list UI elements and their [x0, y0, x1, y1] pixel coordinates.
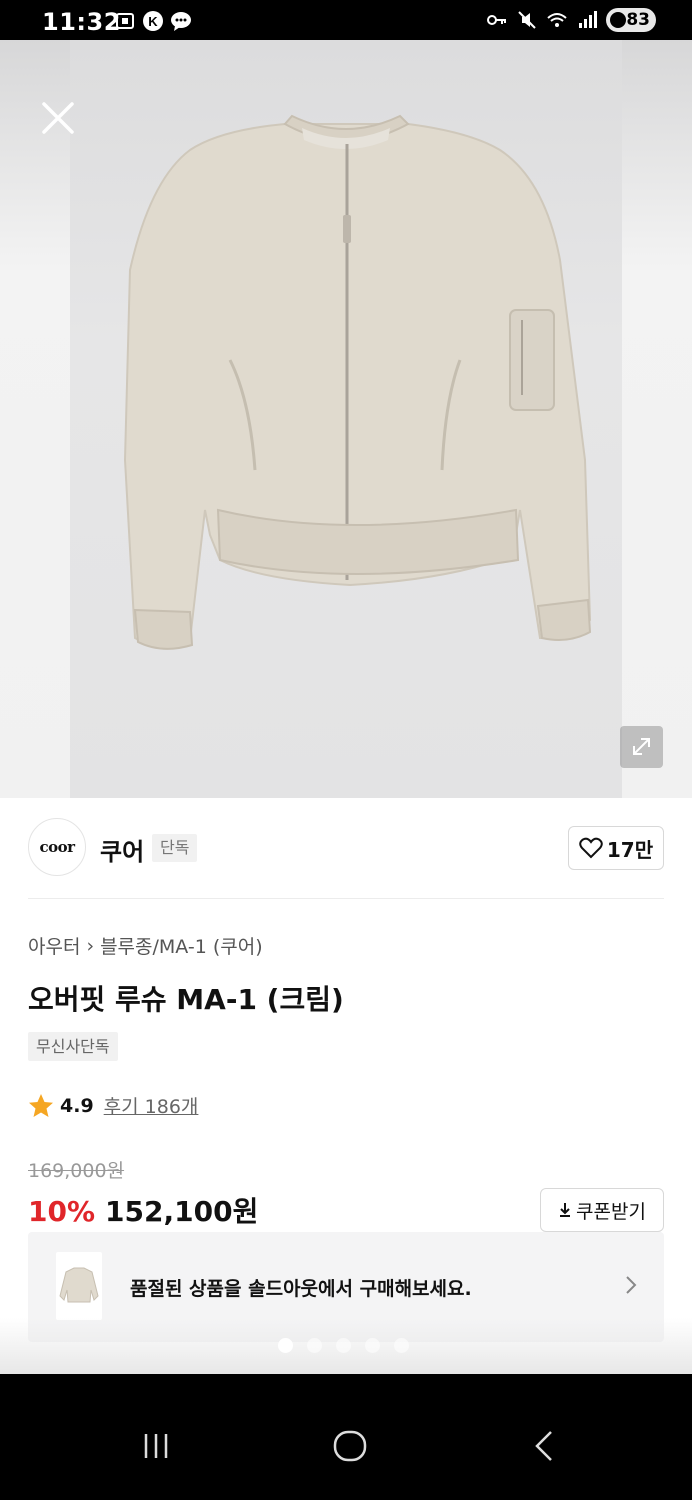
carousel-dots [278, 1338, 409, 1353]
rating: 4.9 후기 186개 [28, 1092, 198, 1119]
wifi-icon [547, 13, 567, 27]
reviews-link[interactable]: 후기 186개 [104, 1092, 199, 1119]
product-info-panel: coor 쿠어 단독 17만 아우터 › 블루종/MA-1 (쿠어) 오버핏 루… [0, 798, 692, 1374]
carousel-dot[interactable] [307, 1338, 322, 1353]
status-left-icons: K [114, 10, 192, 32]
breadcrumb-subcategory[interactable]: 블루종/MA-1 (쿠어) [100, 932, 263, 959]
breadcrumb: 아우터 › 블루종/MA-1 (쿠어) [28, 932, 263, 959]
signal-icon [579, 11, 597, 28]
jacket-illustration [123, 114, 592, 650]
k-app-icon: K [143, 11, 163, 31]
expand-image-button[interactable] [620, 726, 663, 768]
status-bar: 11:32 K 83 [0, 0, 692, 40]
carousel-dot[interactable] [365, 1338, 380, 1353]
brand-badge: 단독 [152, 834, 198, 862]
brand-logo[interactable]: coor [28, 818, 86, 876]
like-button[interactable]: 17만 [568, 826, 664, 870]
breadcrumb-category[interactable]: 아우터 [28, 932, 80, 959]
carousel-dot[interactable] [336, 1338, 351, 1353]
key-icon [487, 15, 506, 25]
message-icon [171, 12, 191, 31]
hero-side-right [622, 40, 692, 798]
battery-leaf-icon [610, 12, 626, 28]
soldout-text: 품절된 상품을 솔드아웃에서 구매해보세요. [130, 1278, 472, 1300]
product-photo [70, 40, 622, 798]
jacket-thumbnail-icon [59, 1267, 99, 1303]
sale-price: 152,100원 [105, 1195, 259, 1228]
heart-icon [579, 837, 603, 859]
home-button[interactable] [330, 1426, 370, 1466]
home-icon [333, 1430, 367, 1462]
product-title: 오버핏 루슈 MA-1 (크림) [28, 983, 344, 1016]
coupon-label: 쿠폰받기 [576, 1200, 646, 1223]
close-icon [42, 102, 74, 134]
carousel-dot[interactable] [278, 1338, 293, 1353]
expand-icon [633, 738, 650, 755]
breadcrumb-separator-icon: › [86, 934, 95, 957]
price-row: 10% 152,100원 [28, 1190, 258, 1230]
back-button[interactable] [525, 1426, 565, 1466]
carousel-dot[interactable] [394, 1338, 409, 1353]
screenshot-icon [116, 13, 134, 29]
navigation-bar [0, 1374, 692, 1500]
svg-text:K: K [148, 14, 158, 29]
battery-icon: 83 [606, 8, 656, 32]
close-button[interactable] [36, 96, 80, 140]
mute-icon [518, 11, 536, 29]
chevron-right-icon [626, 1276, 637, 1294]
brand-name[interactable]: 쿠어 [100, 832, 144, 867]
exclusive-tag: 무신사단독 [28, 1032, 118, 1061]
original-price: 169,000원 [28, 1160, 125, 1182]
coupon-button[interactable]: 쿠폰받기 [540, 1188, 664, 1232]
star-icon [29, 1093, 53, 1117]
rating-score: 4.9 [60, 1094, 94, 1117]
status-right-icons: 83 [486, 8, 656, 32]
brand-row: coor 쿠어 단독 17만 [28, 818, 664, 878]
recent-apps-button[interactable] [136, 1426, 176, 1466]
product-image-carousel[interactable] [0, 40, 692, 798]
hero-side-left [0, 40, 70, 798]
download-icon [560, 1203, 571, 1217]
recent-apps-icon [144, 1434, 168, 1458]
soldout-thumbnail [56, 1252, 102, 1320]
back-icon [535, 1431, 552, 1461]
discount-rate: 10% [28, 1195, 96, 1228]
battery-level: 83 [626, 10, 650, 30]
status-time: 11:32 [42, 8, 121, 36]
divider [28, 898, 664, 899]
like-count: 17만 [606, 837, 654, 862]
